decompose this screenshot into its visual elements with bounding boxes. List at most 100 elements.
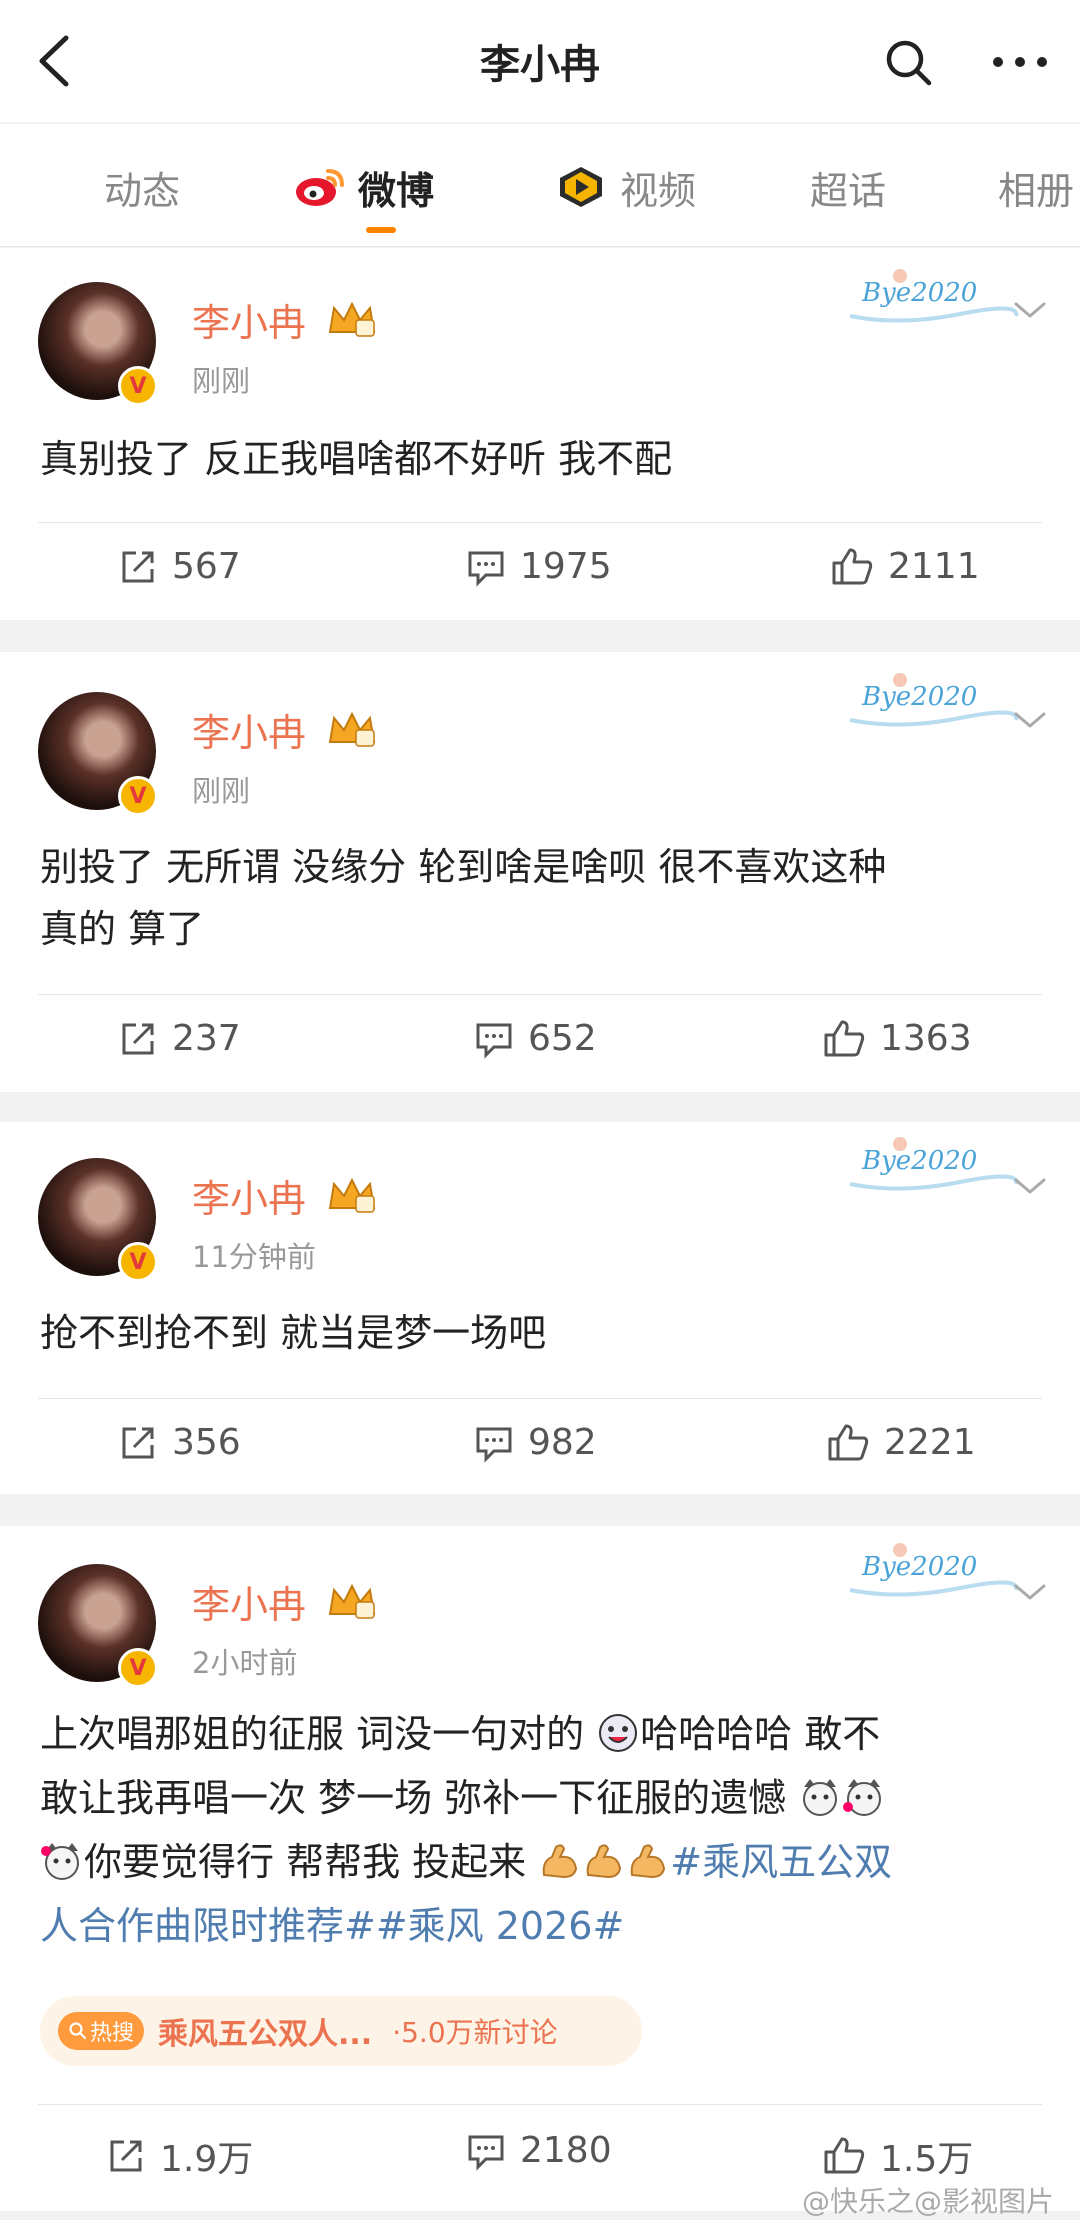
video-icon <box>560 167 602 207</box>
like-count: 2111 <box>888 546 980 587</box>
member-crown-icon <box>328 711 376 747</box>
comment-count: 2180 <box>520 2130 612 2171</box>
like-button[interactable]: 2111 <box>830 546 980 587</box>
comment-icon <box>468 551 504 587</box>
chevron-down-icon[interactable] <box>1013 710 1047 730</box>
thumbs-up-icon <box>828 1424 869 1460</box>
thumbs-up-icon <box>824 1020 865 1056</box>
comment-count: 982 <box>528 1422 597 1463</box>
post-text: 真别投了 反正我唱啥都不好听 我不配 <box>40 437 673 481</box>
tab-label: 超话 <box>810 168 887 213</box>
repost-button[interactable]: 356 <box>118 1422 241 1463</box>
member-crown-icon <box>328 1177 376 1213</box>
back-arrow-icon[interactable] <box>30 32 80 90</box>
post-card[interactable]: V 李小冉 刚刚 Bye2020 真别投了 反正我唱啥都不好听 我不配 567 … <box>0 248 1080 620</box>
tab-weibo[interactable]: 微博 <box>294 162 434 213</box>
topic-link[interactable]: #乘风五公双 <box>670 1840 892 1884</box>
page-title: 李小冉 <box>480 42 600 88</box>
tab-label: 视频 <box>620 168 697 213</box>
chevron-down-icon[interactable] <box>1013 1176 1047 1196</box>
post-card[interactable]: V 李小冉 刚刚 Bye2020 别投了 无所谓 没缘分 轮到啥是啥呗 很不喜欢… <box>0 652 1080 1092</box>
decoration-text: Bye2020 <box>862 1552 978 1582</box>
hot-search-count: ·5.0万新讨论 <box>392 2016 558 2049</box>
post-text: 别投了 无所谓 没缘分 轮到啥是啥呗 很不喜欢这种 真的 算了 <box>40 836 1040 960</box>
hot-search-badge: 热搜 <box>58 2012 145 2050</box>
comment-button[interactable]: 2180 <box>466 2130 612 2171</box>
username[interactable]: 李小冉 <box>192 1574 306 1629</box>
bye2020-decoration: Bye2020 <box>840 266 1020 336</box>
verified-badge-icon: V <box>118 366 158 406</box>
text-segment: 上次唱那姐的征服 词没一句对的 <box>40 1712 597 1756</box>
divider <box>38 1398 1042 1399</box>
hot-search-title: 乘风五公双人... <box>158 2017 373 2052</box>
decoration-text: Bye2020 <box>862 1146 978 1176</box>
post-text-line: 真的 算了 <box>40 907 205 951</box>
username[interactable]: 李小冉 <box>192 292 306 347</box>
tab-super-topic[interactable]: 超话 <box>810 162 887 213</box>
post-text-line: 上次唱那姐的征服 词没一句对的 哈哈哈哈 敢不 <box>40 1702 1040 1766</box>
topic-link[interactable]: 人合作曲限时推荐##乘风 2026# <box>40 1904 624 1948</box>
active-tab-indicator <box>366 227 396 233</box>
text-segment: 哈哈哈哈 敢不 <box>640 1712 881 1756</box>
chevron-down-icon[interactable] <box>1013 1582 1047 1602</box>
bye2020-decoration: Bye2020 <box>840 1540 1020 1610</box>
repost-count: 1.9万 <box>160 2139 254 2180</box>
bye2020-decoration: Bye2020 <box>840 670 1020 740</box>
post-card[interactable]: V 李小冉 11分钟前 Bye2020 抢不到抢不到 就当是梦一场吧 356 9… <box>0 1122 1080 1494</box>
flexed-biceps-emoji-icon <box>586 1844 622 1879</box>
post-text: 抢不到抢不到 就当是梦一场吧 <box>40 1311 547 1355</box>
divider <box>38 2104 1042 2105</box>
chevron-down-icon[interactable] <box>1013 300 1047 320</box>
divider <box>38 994 1042 995</box>
watermark: @快乐之@影视图片 <box>801 2185 1054 2218</box>
text-segment: 敢让我再唱一次 梦一场 弥补一下征服的遗憾 <box>40 1776 787 1820</box>
profile-tabs: 动态 微博 视频 超话 相册 <box>0 124 1080 247</box>
tab-album[interactable]: 相册 <box>998 162 1075 213</box>
repost-button[interactable]: 567 <box>118 546 241 587</box>
repost-button[interactable]: 237 <box>118 1018 241 1059</box>
like-count: 1.5万 <box>880 2139 974 2180</box>
repost-icon <box>122 1023 154 1054</box>
decoration-text: Bye2020 <box>862 278 978 308</box>
post-text-line: 人合作曲限时推荐##乘风 2026# <box>40 1894 1040 1958</box>
username[interactable]: 李小冉 <box>192 702 306 757</box>
like-button[interactable]: 2221 <box>826 1422 976 1463</box>
repost-count: 567 <box>172 546 241 587</box>
verified-badge-icon: V <box>118 776 158 816</box>
post-card[interactable]: V 李小冉 2小时前 Bye2020 上次唱那姐的征服 词没一句对的 哈哈哈哈 … <box>0 1526 1080 2211</box>
comment-count: 1975 <box>520 546 612 587</box>
like-button[interactable]: 1.5万 <box>822 2130 973 2182</box>
comment-count: 652 <box>528 1018 597 1059</box>
like-count: 1363 <box>880 1018 972 1059</box>
post-text: 上次唱那姐的征服 词没一句对的 哈哈哈哈 敢不 敢让我再唱一次 梦一场 弥补一下… <box>40 1702 1040 1958</box>
search-icon <box>69 2022 87 2040</box>
comment-button[interactable]: 652 <box>474 1018 597 1059</box>
thumbs-up-icon <box>824 2137 865 2174</box>
post-text-line: 你要觉得行 帮帮我 投起来 #乘风五公双 <box>40 1830 1040 1894</box>
verified-badge-icon: V <box>118 1242 158 1282</box>
post-text-line: 别投了 无所谓 没缘分 轮到啥是啥呗 很不喜欢这种 <box>40 845 887 889</box>
comment-icon <box>476 1023 512 1059</box>
repost-count: 237 <box>172 1018 241 1059</box>
thumbs-up-icon <box>832 548 873 584</box>
like-button[interactable]: 1363 <box>822 1018 972 1059</box>
member-crown-icon <box>328 301 376 337</box>
repost-button[interactable]: 1.9万 <box>106 2130 253 2182</box>
comment-button[interactable]: 982 <box>474 1422 597 1463</box>
cat-heart-emoji-icon <box>843 1779 882 1816</box>
member-crown-icon <box>328 1583 376 1619</box>
comment-icon <box>476 1427 512 1463</box>
more-icon[interactable] <box>990 52 1050 72</box>
tab-dynamic[interactable]: 动态 <box>104 162 181 213</box>
search-icon[interactable] <box>884 38 934 88</box>
post-time: 刚刚 <box>192 774 251 808</box>
bye2020-decoration: Bye2020 <box>840 1134 1020 1204</box>
tab-label: 相册 <box>998 168 1075 213</box>
hot-search-pill[interactable]: 热搜 乘风五公双人... ·5.0万新讨论 <box>40 1996 642 2066</box>
comment-button[interactable]: 1975 <box>466 546 612 587</box>
flexed-biceps-emoji-icon <box>630 1844 666 1879</box>
tab-label: 动态 <box>104 168 181 213</box>
repost-icon <box>122 551 154 582</box>
tab-video[interactable]: 视频 <box>556 162 697 213</box>
username[interactable]: 李小冉 <box>192 1168 306 1223</box>
